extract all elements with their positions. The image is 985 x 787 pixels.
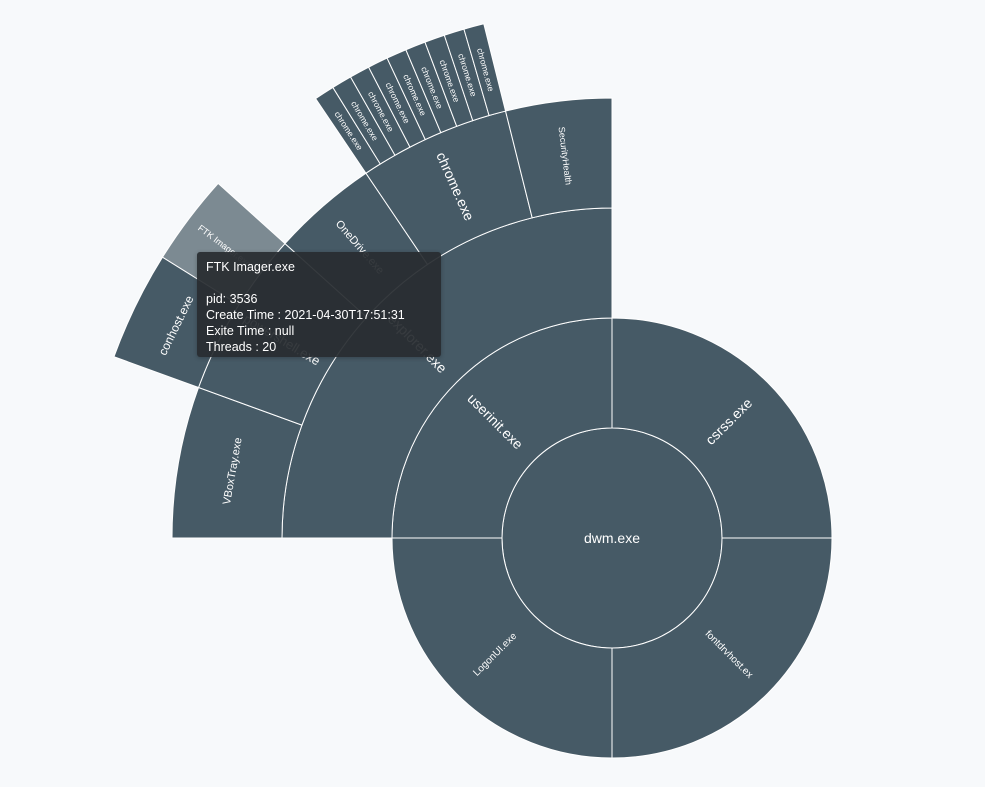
process-tooltip: FTK Imager.exe pid: 3536 Create Time : 2… [197, 252, 441, 357]
sunburst-chart: dwm.exe csrss.exe fontdrvhost.ex LogonUI.ex… [0, 0, 985, 787]
segment-label-dwm-exe: dwm.exe [584, 530, 640, 546]
tooltip-create-time: Create Time : 2021-04-30T17:51:31 [206, 308, 405, 322]
tooltip-pid: pid: 3536 [206, 292, 258, 306]
tooltip-exit-time: Exite Time : null [206, 324, 295, 338]
tooltip-title: FTK Imager.exe [206, 260, 295, 274]
sunburst-svg: dwm.execsrss.exefontdrvhost.exLogonUI.ex… [113, 23, 833, 759]
tooltip-threads: Threads : 20 [206, 340, 277, 354]
